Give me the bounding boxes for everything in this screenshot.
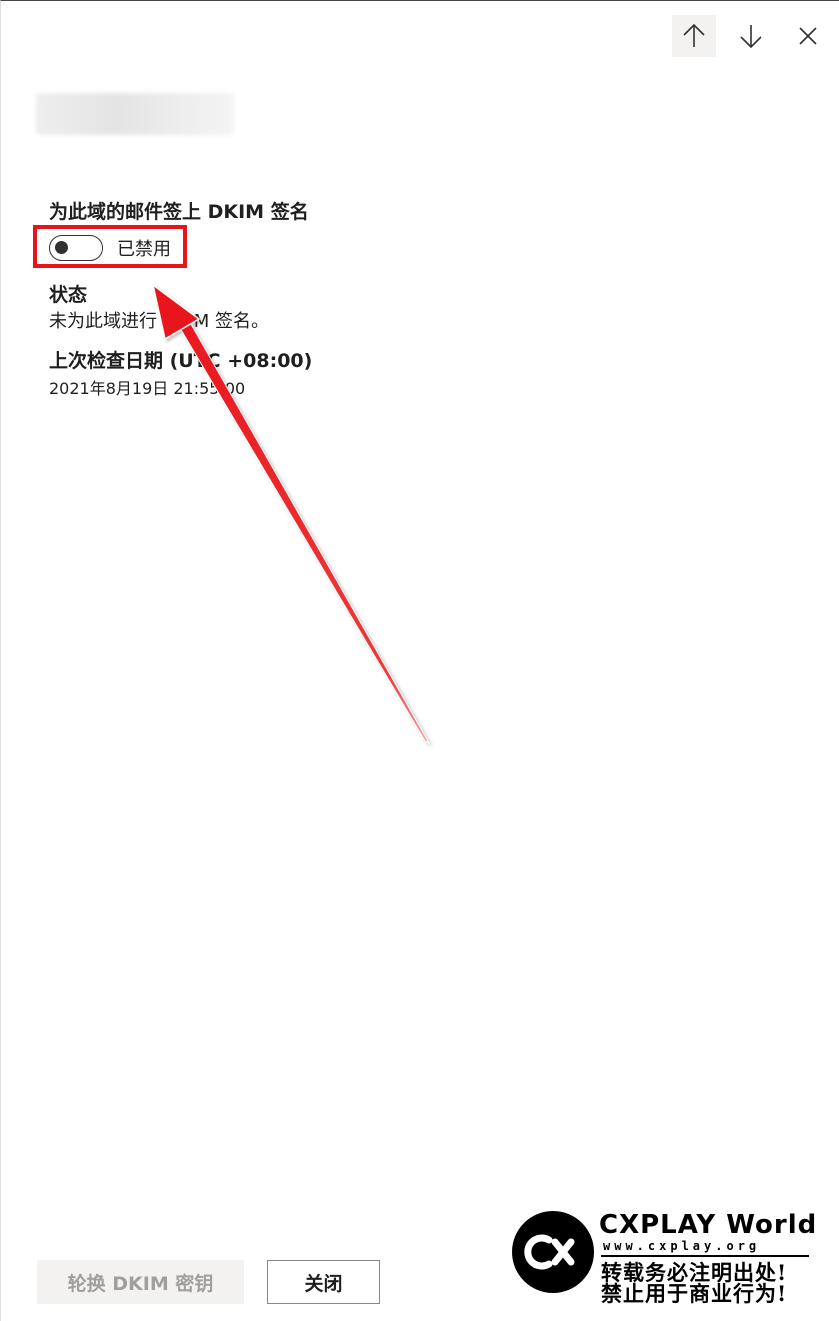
last-checked-label: 上次检查日期 (UTC +08:00) [49, 350, 313, 372]
arrow-down-icon [740, 25, 762, 49]
dkim-toggle-row: 已禁用 [49, 234, 171, 262]
redacted-domain-title [36, 93, 234, 135]
dkim-details-panel: 为此域的邮件签上 DKIM 签名 已禁用 状态 未为此域进行 DKIM 签名。 … [0, 0, 839, 1321]
next-item-button[interactable] [729, 15, 773, 57]
close-icon [799, 27, 817, 45]
watermark-url: www.cxplay.org [603, 1239, 761, 1253]
watermark-title: CXPLAY World [599, 1210, 818, 1240]
dkim-toggle-state-label: 已禁用 [117, 239, 171, 260]
last-checked-value: 2021年8月19日 21:55:00 [49, 379, 246, 398]
status-value: 未为此域进行 DKIM 签名。 [49, 311, 269, 332]
rotate-dkim-keys-button[interactable]: 轮换 DKIM 密钥 [37, 1260, 244, 1304]
watermark-notice-2: 禁止用于商业行为! [601, 1281, 788, 1306]
dkim-signing-toggle[interactable] [49, 235, 103, 261]
watermark: CXPLAY World www.cxplay.org 转载务必注明出处! 禁止… [509, 1208, 819, 1306]
cxplay-logo-icon [512, 1211, 594, 1293]
close-button[interactable]: 关闭 [267, 1260, 380, 1304]
arrow-up-icon [683, 23, 705, 47]
status-label: 状态 [49, 284, 88, 306]
previous-item-button[interactable] [672, 15, 716, 57]
close-panel-button[interactable] [786, 15, 830, 57]
annotation-arrow [151, 283, 431, 745]
dkim-signing-label: 为此域的邮件签上 DKIM 签名 [49, 201, 309, 223]
toggle-knob [55, 241, 68, 254]
